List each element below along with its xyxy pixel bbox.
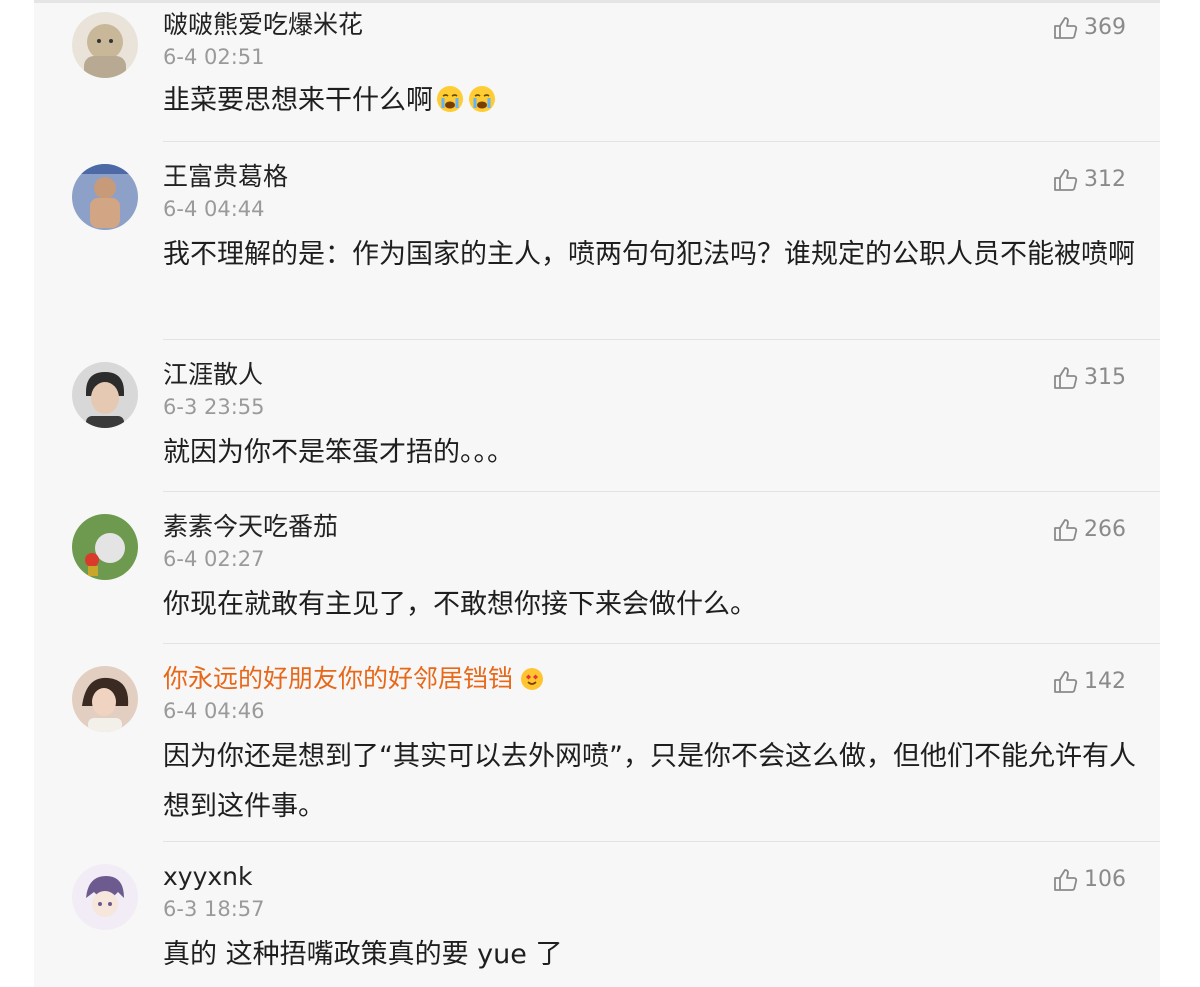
heart-face-emoji — [519, 665, 545, 691]
timestamp: 6-4 02:27 — [163, 547, 265, 571]
avatar[interactable] — [72, 514, 138, 580]
username[interactable]: 素素今天吃番茄 — [163, 512, 338, 542]
comment-text: 你现在就敢有主见了，不敢想你接下来会做什么。 — [163, 589, 757, 620]
username[interactable]: 你永远的好朋友你的好邻居铛铛 — [163, 664, 545, 694]
like-count: 315 — [1084, 365, 1126, 390]
thumbs-up-icon — [1052, 867, 1078, 893]
comment-text: 因为你还是想到了“其实可以去外网喷”，只是你不会这么做，但他们不能允许有人想到这… — [163, 741, 1136, 822]
avatar[interactable] — [72, 164, 138, 230]
username-text: 你永远的好朋友你的好邻居铛铛 — [163, 664, 514, 693]
like-count: 106 — [1084, 867, 1126, 892]
avatar[interactable] — [72, 666, 138, 732]
crying-emoji — [467, 84, 497, 114]
thumbs-up-icon — [1052, 15, 1078, 41]
like-count: 312 — [1084, 167, 1126, 192]
like-count: 369 — [1084, 15, 1126, 40]
like-count: 142 — [1084, 669, 1126, 694]
comment-item: 王富贵葛格 6-4 04:44 312 我不理解的是：作为国家的主人，喷两句句犯… — [34, 142, 1160, 340]
like-count: 266 — [1084, 517, 1126, 542]
avatar[interactable] — [72, 12, 138, 78]
comment-item: 啵啵熊爱吃爆米花 6-4 02:51 369 韭菜要思想来干什么啊 — [34, 0, 1160, 142]
username[interactable]: 江涯散人 — [163, 360, 263, 390]
timestamp: 6-4 04:44 — [163, 197, 265, 221]
thumbs-up-icon — [1052, 167, 1078, 193]
crying-emoji — [435, 84, 465, 114]
like-button[interactable]: 106 — [1052, 867, 1126, 893]
username[interactable]: xyyxnk — [163, 862, 253, 892]
thumbs-up-icon — [1052, 517, 1078, 543]
comment-text: 就因为你不是笨蛋才捂的。。。 — [163, 437, 514, 468]
comment-text: 韭菜要思想来干什么啊 — [163, 76, 1138, 126]
comment-item: 素素今天吃番茄 6-4 02:27 266 你现在就敢有主见了，不敢想你接下来会… — [34, 492, 1160, 644]
comment-text: 我不理解的是：作为国家的主人，喷两句句犯法吗？谁规定的公职人员不能被喷啊 — [163, 239, 1135, 270]
thumbs-up-icon — [1052, 669, 1078, 695]
like-button[interactable]: 315 — [1052, 365, 1126, 391]
avatar[interactable] — [72, 864, 138, 930]
thumbs-up-icon — [1052, 365, 1078, 391]
avatar[interactable] — [72, 362, 138, 428]
timestamp: 6-3 23:55 — [163, 395, 265, 419]
like-button[interactable]: 266 — [1052, 517, 1126, 543]
username[interactable]: 啵啵熊爱吃爆米花 — [163, 10, 363, 40]
comment-content: 韭菜要思想来干什么啊 — [163, 85, 433, 116]
like-button[interactable]: 142 — [1052, 669, 1126, 695]
timestamp: 6-3 18:57 — [163, 897, 265, 921]
timestamp: 6-4 04:46 — [163, 699, 265, 723]
timestamp: 6-4 02:51 — [163, 45, 265, 69]
like-button[interactable]: 312 — [1052, 167, 1126, 193]
comment-item: 你永远的好朋友你的好邻居铛铛 6-4 04:46 142 因为你还是想到了“其实… — [34, 644, 1160, 842]
like-button[interactable]: 369 — [1052, 15, 1126, 41]
username[interactable]: 王富贵葛格 — [163, 162, 288, 192]
comment-item: xyyxnk 6-3 18:57 106 真的 这种捂嘴政策真的要 yue 了 — [34, 842, 1160, 987]
comment-text: 真的 这种捂嘴政策真的要 yue 了 — [163, 939, 563, 970]
comment-item: 江涯散人 6-3 23:55 315 就因为你不是笨蛋才捂的。。。 — [34, 340, 1160, 492]
